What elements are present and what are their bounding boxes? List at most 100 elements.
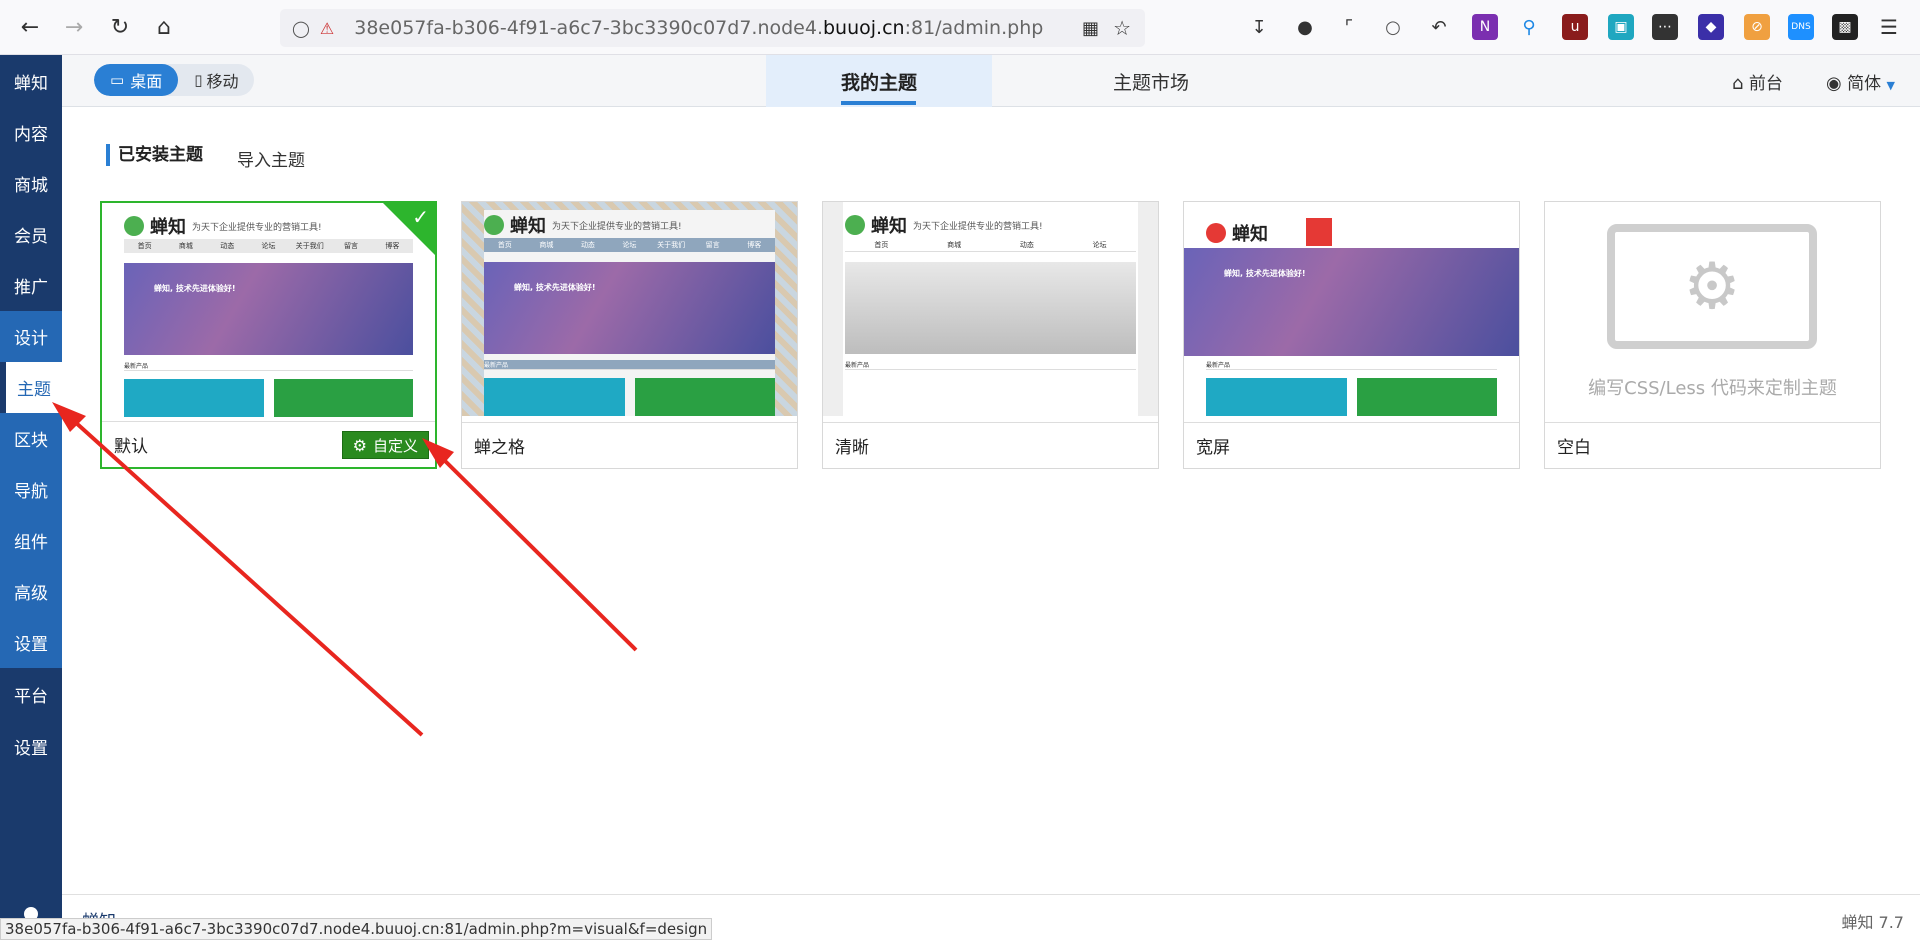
sidebar-item-label: 设置	[14, 635, 48, 655]
back-icon[interactable]: ←	[8, 7, 52, 47]
preview-tile	[1206, 378, 1347, 416]
sidebar-item-advanced[interactable]: 高级	[0, 566, 62, 617]
preview-tile	[484, 378, 625, 416]
theme-card-clear[interactable]: 蝉知 为天下企业提供专业的营销工具! 首页 商城 动态 论坛 最新产品 清晰	[822, 201, 1159, 469]
block-icon[interactable]: ⊘	[1744, 14, 1770, 40]
preview-tile	[634, 378, 775, 416]
sidebar-item-theme[interactable]: 主题	[6, 362, 62, 413]
layers-icon[interactable]: ◆	[1698, 14, 1724, 40]
tiles-ext-icon[interactable]: ▩	[1832, 14, 1858, 40]
sidebar-item-member[interactable]: 会员	[0, 209, 62, 260]
sidebar-item-label: 组件	[14, 533, 48, 553]
language-select[interactable]: ◉ 简体 ▼	[1826, 69, 1895, 94]
sidebar-item-content[interactable]: 内容	[0, 107, 62, 158]
caret-down-icon: ▼	[1886, 79, 1895, 92]
forward-icon[interactable]: →	[52, 7, 96, 47]
crop-icon[interactable]: ⌜	[1336, 14, 1362, 40]
theme-card-default[interactable]: 蝉知 为天下企业提供专业的营销工具! 首页 商城 动态 论坛 关于我们 留言 博…	[100, 201, 437, 469]
url-suffix: :81/admin.php?m=ui&f=set	[904, 17, 1045, 39]
language-label: 简体	[1847, 74, 1882, 94]
sidebar: 蝉知 内容 商城 会员 推广 设计 主题 区块 导航 组件 高级 设置 平台 设…	[0, 55, 62, 940]
lock-warning-icon: ⚠	[319, 18, 335, 38]
desktop-toggle-button[interactable]: ▭ 桌面	[94, 64, 179, 96]
preview-tagline: 为天下企业提供专业的营销工具!	[192, 222, 322, 233]
preview-menu-item: 博客	[747, 241, 762, 249]
dots-ext-icon[interactable]: ⋯	[1652, 14, 1678, 40]
blank-description: 编写CSS/Less 代码来定制主题	[1588, 378, 1837, 399]
customize-button[interactable]: ⚙ 自定义	[341, 431, 429, 459]
sidebar-item-design-settings[interactable]: 设置	[0, 617, 62, 668]
preview-tagline: 为天下企业提供专业的营销工具!	[913, 221, 1043, 232]
preview-logo: 蝉知	[1206, 220, 1268, 246]
sidebar-item-label: 设计	[14, 329, 48, 349]
preview-menu: 首页 商城 动态 论坛 关于我们 留言 博客	[124, 239, 413, 253]
dns-icon[interactable]: DNS	[1788, 14, 1814, 40]
preview-banner: 蝉知, 技术先进体验好!	[484, 262, 775, 354]
preview-menu-item: 首页	[137, 242, 152, 250]
frontend-label: 前台	[1748, 74, 1783, 94]
ublock-icon[interactable]: u	[1562, 14, 1588, 40]
sidebar-item-navigation[interactable]: 导航	[0, 464, 62, 515]
import-theme-link[interactable]: 导入主题	[237, 146, 305, 171]
sidebar-item-label: 商城	[14, 176, 48, 196]
chat-icon[interactable]: ○	[1380, 14, 1406, 40]
customize-label: 自定义	[372, 436, 418, 455]
installed-themes-heading[interactable]: 已安装主题	[106, 144, 203, 166]
sidebar-item-promote[interactable]: 推广	[0, 260, 62, 311]
theme-preview: 蝉知 为天下企业提供专业的营销工具! 首页 商城 动态 论坛 关于我们 留言 博…	[102, 203, 435, 417]
main-content: 已安装主题 导入主题 蝉知 为天下企业提供专业的营销工具! 首页 商城 动态 论…	[62, 108, 1920, 894]
sidebar-item-components[interactable]: 组件	[0, 515, 62, 566]
menu-icon[interactable]: ☰	[1876, 14, 1902, 40]
qr-icon[interactable]: ▦	[1082, 18, 1099, 39]
theme-card-chanzhige[interactable]: 蝉知 为天下企业提供专业的营销工具! 首页 商城 动态 论坛 关于我们 留言 博…	[461, 201, 798, 469]
preview-menu-item: 商城	[947, 241, 962, 249]
sidebar-item-label: 设置	[14, 739, 48, 759]
theme-caption: 宽屏	[1184, 422, 1519, 468]
preview-slogan: 蝉知, 技术先进体验好!	[154, 284, 236, 293]
preview-menu-item: 动态	[1019, 241, 1034, 249]
preview-tile	[124, 379, 264, 417]
gear-icon: ⚙	[1683, 249, 1741, 324]
mobile-toggle-button[interactable]: ▯ 移动	[178, 64, 254, 96]
theme-card-blank[interactable]: ⚙ 编写CSS/Less 代码来定制主题 空白	[1544, 201, 1881, 469]
sidebar-item-shop[interactable]: 商城	[0, 158, 62, 209]
preview-menu-active	[1306, 218, 1332, 246]
sidebar-item-label: 导航	[14, 482, 48, 502]
status-bar-url: 38e057fa-b306-4f91-a6c7-3bc3390c07d7.nod…	[0, 918, 713, 940]
theme-preview: ⚙ 编写CSS/Less 代码来定制主题	[1545, 202, 1880, 416]
sidebar-item-design[interactable]: 设计	[0, 311, 62, 362]
address-bar[interactable]: ◯ ⚠ 38e057fa-b306-4f91-a6c7-3bc3390c07d7…	[280, 9, 1145, 47]
bookmark-star-icon[interactable]: ☆	[1113, 16, 1131, 40]
home-icon[interactable]: ⌂	[142, 7, 186, 47]
undo-icon[interactable]: ↶	[1426, 14, 1452, 40]
preview-tiles	[1206, 378, 1497, 416]
account-icon[interactable]: ●	[1292, 14, 1318, 40]
sidebar-item-settings[interactable]: 设置	[0, 721, 62, 772]
preview-slogan: 蝉知, 技术先进体验好!	[514, 283, 596, 292]
tab-theme-market[interactable]: 主题市场	[1038, 55, 1264, 107]
pin-icon[interactable]: ⚲	[1516, 14, 1542, 40]
footer-version: 蝉知 7.7	[1841, 913, 1904, 932]
preview-menu-item: 论坛	[622, 241, 637, 249]
theme-preview: 蝉知 蝉知, 技术先进体验好! 最新产品	[1184, 202, 1519, 416]
device-toggle: ▭ 桌面 ▯ 移动	[94, 64, 255, 96]
translate-icon[interactable]: ▣	[1608, 14, 1634, 40]
onenote-icon[interactable]: N	[1472, 14, 1498, 40]
preview-products-heading: 最新产品	[484, 360, 775, 370]
sidebar-item-blocks[interactable]: 区块	[0, 413, 62, 464]
download-icon[interactable]: ↧	[1246, 14, 1272, 40]
url-domain: buuoj.cn	[823, 17, 905, 39]
preview-menu: 首页 商城 动态 论坛	[845, 238, 1136, 252]
sidebar-item-platform[interactable]: 平台	[0, 668, 62, 721]
reload-icon[interactable]: ↻	[98, 7, 142, 47]
theme-card-widescreen[interactable]: 蝉知 蝉知, 技术先进体验好! 最新产品 宽屏	[1183, 201, 1520, 469]
sidebar-item-home[interactable]: 蝉知	[0, 55, 62, 107]
preview-banner: 蝉知, 技术先进体验好!	[124, 263, 413, 355]
frontend-link[interactable]: ⌂ 前台	[1732, 69, 1783, 94]
url-text: 38e057fa-b306-4f91-a6c7-3bc3390c07d7.nod…	[354, 17, 1044, 39]
sidebar-item-label: 会员	[14, 227, 48, 247]
tab-my-themes[interactable]: 我的主题	[766, 55, 992, 107]
preview-menu-item: 关于我们	[295, 242, 324, 250]
phone-icon: ▯	[194, 71, 203, 89]
preview-products-heading: 最新产品	[1206, 360, 1497, 370]
